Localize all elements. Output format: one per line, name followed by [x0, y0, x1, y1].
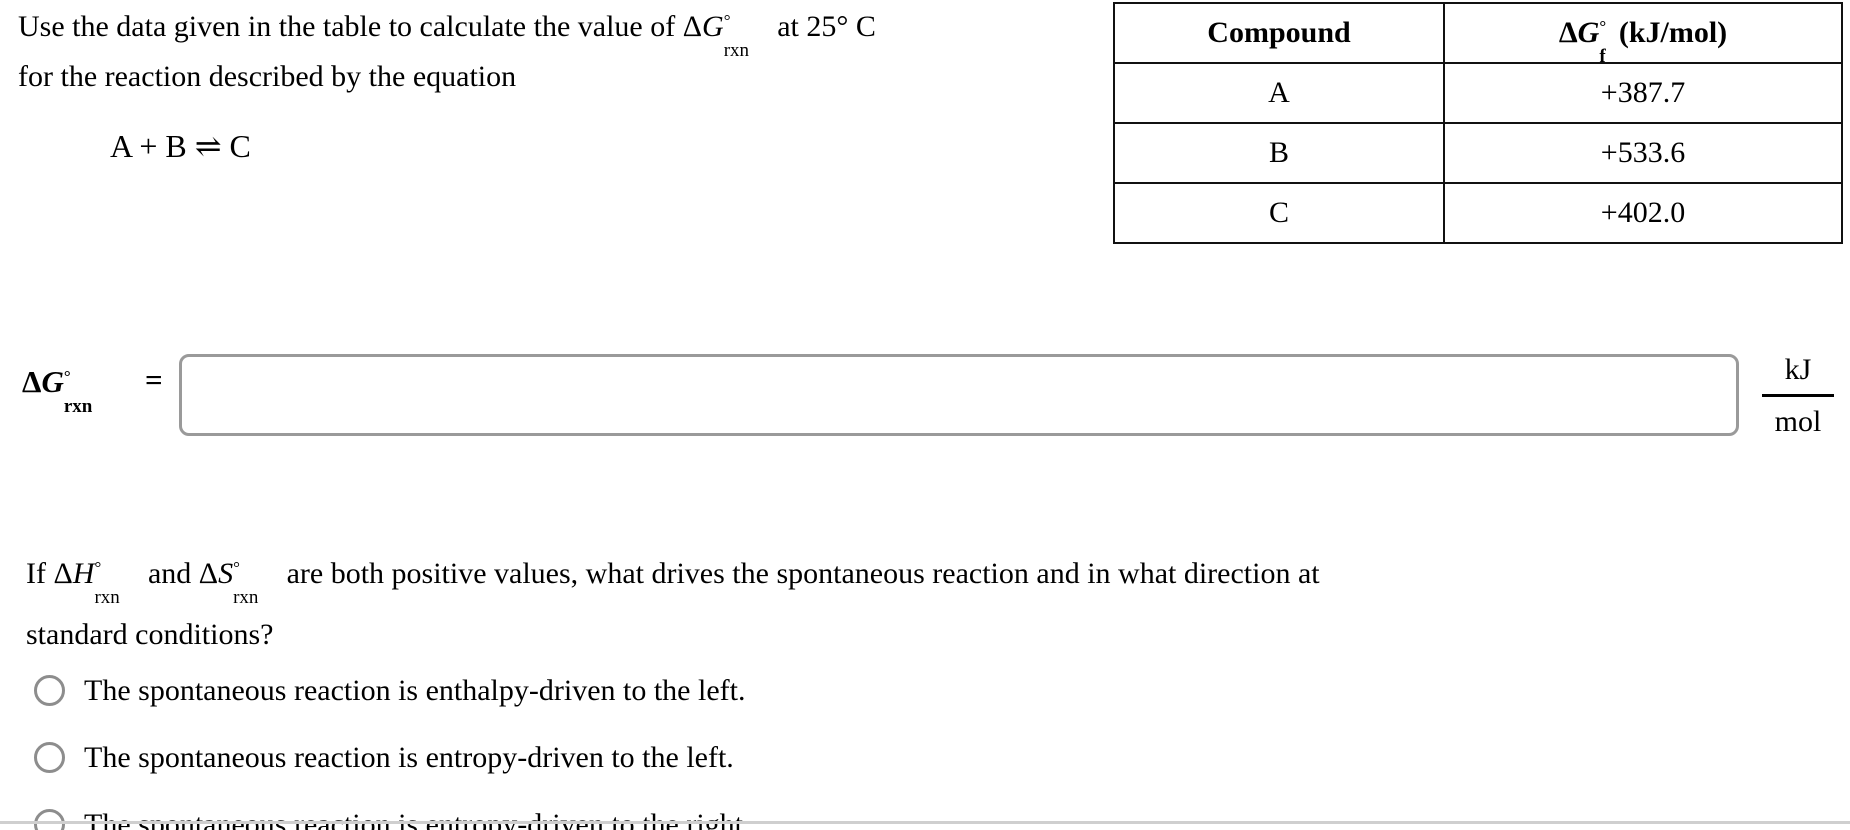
- option-entropy-driven-left[interactable]: The spontaneous reaction is entropy-driv…: [34, 724, 1434, 791]
- question-2-line-2: standard conditions?: [26, 618, 274, 651]
- fraction-bar: [1762, 394, 1834, 397]
- equilibrium-arrow-icon: ⇌: [194, 128, 222, 164]
- question-2-line-1: If ΔH ° rxn and ΔS ° rxn are both positive v…: [26, 543, 1666, 608]
- table-cell-compound: B: [1113, 122, 1445, 184]
- table-row: B +533.6: [1113, 122, 1843, 184]
- table-header-compound: Compound: [1113, 2, 1445, 64]
- q2-h-delta-symbol: Δ: [53, 557, 73, 590]
- degree-superscript: °: [723, 11, 731, 30]
- gibbs-g-symbol: G: [702, 10, 724, 43]
- header-degree-superscript: °: [1599, 17, 1607, 36]
- header-units: (kJ/mol): [1611, 16, 1728, 49]
- table-cell-value: +533.6: [1443, 122, 1843, 184]
- q2-text-before-h: If: [26, 557, 54, 590]
- question-prompt-line-2: for the reaction described by the equati…: [18, 60, 517, 93]
- delta-symbol: Δ: [682, 10, 703, 43]
- equals-sign: =: [145, 362, 163, 397]
- bottom-divider: [0, 821, 1850, 824]
- answer-degree-superscript: °: [63, 367, 71, 386]
- table-cell-value: +387.7: [1443, 62, 1843, 124]
- answer-g-symbol: G: [41, 364, 64, 399]
- table-header-row: Compound ΔG ° f (kJ/mol): [1113, 2, 1843, 67]
- answer-label: ΔG ° rxn: [22, 364, 110, 416]
- header-f-subscript: f: [1599, 46, 1606, 67]
- worksheet-page: Use the data given in the table to calcu…: [0, 0, 1850, 830]
- table-cell-compound: A: [1113, 62, 1445, 124]
- question-prompt: Use the data given in the table to calcu…: [18, 2, 1108, 102]
- answer-delta-symbol: Δ: [22, 364, 42, 399]
- q2-s-symbol: S: [218, 557, 234, 590]
- q2-text-after: are both positive values, what drives th…: [279, 557, 1320, 590]
- q2-h-rxn-subscript: rxn: [94, 587, 120, 608]
- unit-fraction: kJ mol: [1762, 348, 1834, 444]
- prompt-text-before-symbol: Use the data given in the table to calcu…: [18, 10, 683, 43]
- unit-numerator: kJ: [1784, 353, 1812, 386]
- prompt-text-after-symbol: at 25° C: [769, 10, 876, 43]
- option-label: The spontaneous reaction is entropy-driv…: [84, 807, 751, 830]
- header-delta-symbol: Δ: [1558, 16, 1578, 49]
- table-header-gibbs-energy: ΔG ° f (kJ/mol): [1443, 2, 1843, 67]
- question-2-prompt: If ΔH ° rxn and ΔS ° rxn are both positive v…: [26, 543, 1666, 665]
- q2-h-symbol: H: [72, 557, 95, 590]
- equation-products: C: [229, 128, 251, 164]
- rxn-subscript: rxn: [723, 40, 750, 61]
- q2-s-rxn-subscript: rxn: [233, 587, 259, 608]
- option-label: The spontaneous reaction is enthalpy-dri…: [84, 673, 746, 707]
- question-prompt-line-1: Use the data given in the table to calcu…: [18, 2, 1108, 60]
- table-cell-compound: C: [1113, 182, 1445, 244]
- q2-s-delta-symbol: Δ: [198, 557, 219, 590]
- answer-input[interactable]: [179, 354, 1739, 436]
- radio-button-icon[interactable]: [34, 675, 65, 706]
- unit-denominator: mol: [1774, 405, 1822, 438]
- q2-s-degree-superscript: °: [233, 558, 240, 577]
- radio-button-icon[interactable]: [34, 809, 65, 830]
- chemical-equation: A + B ⇌ C: [110, 126, 251, 166]
- answer-row: ΔG ° rxn = kJ mol: [0, 348, 1850, 448]
- q2-text-between: and: [140, 557, 199, 590]
- equation-reactants: A + B: [110, 128, 187, 164]
- table-cell-value: +402.0: [1443, 182, 1843, 244]
- q2-h-degree-superscript: °: [94, 558, 102, 577]
- option-entropy-driven-right[interactable]: The spontaneous reaction is entropy-driv…: [34, 791, 1434, 830]
- table-row: A +387.7: [1113, 62, 1843, 124]
- answer-options-group: The spontaneous reaction is enthalpy-dri…: [34, 657, 1434, 830]
- header-g-symbol: G: [1577, 16, 1600, 49]
- table-row: C +402.0: [1113, 182, 1843, 244]
- thermodynamic-data-table: Compound ΔG ° f (kJ/mol) A +387.7 B +533.6…: [1113, 2, 1843, 244]
- option-label: The spontaneous reaction is entropy-driv…: [84, 740, 734, 774]
- option-enthalpy-driven-left[interactable]: The spontaneous reaction is enthalpy-dri…: [34, 657, 1434, 724]
- answer-rxn-subscript: rxn: [63, 396, 93, 417]
- radio-button-icon[interactable]: [34, 742, 65, 773]
